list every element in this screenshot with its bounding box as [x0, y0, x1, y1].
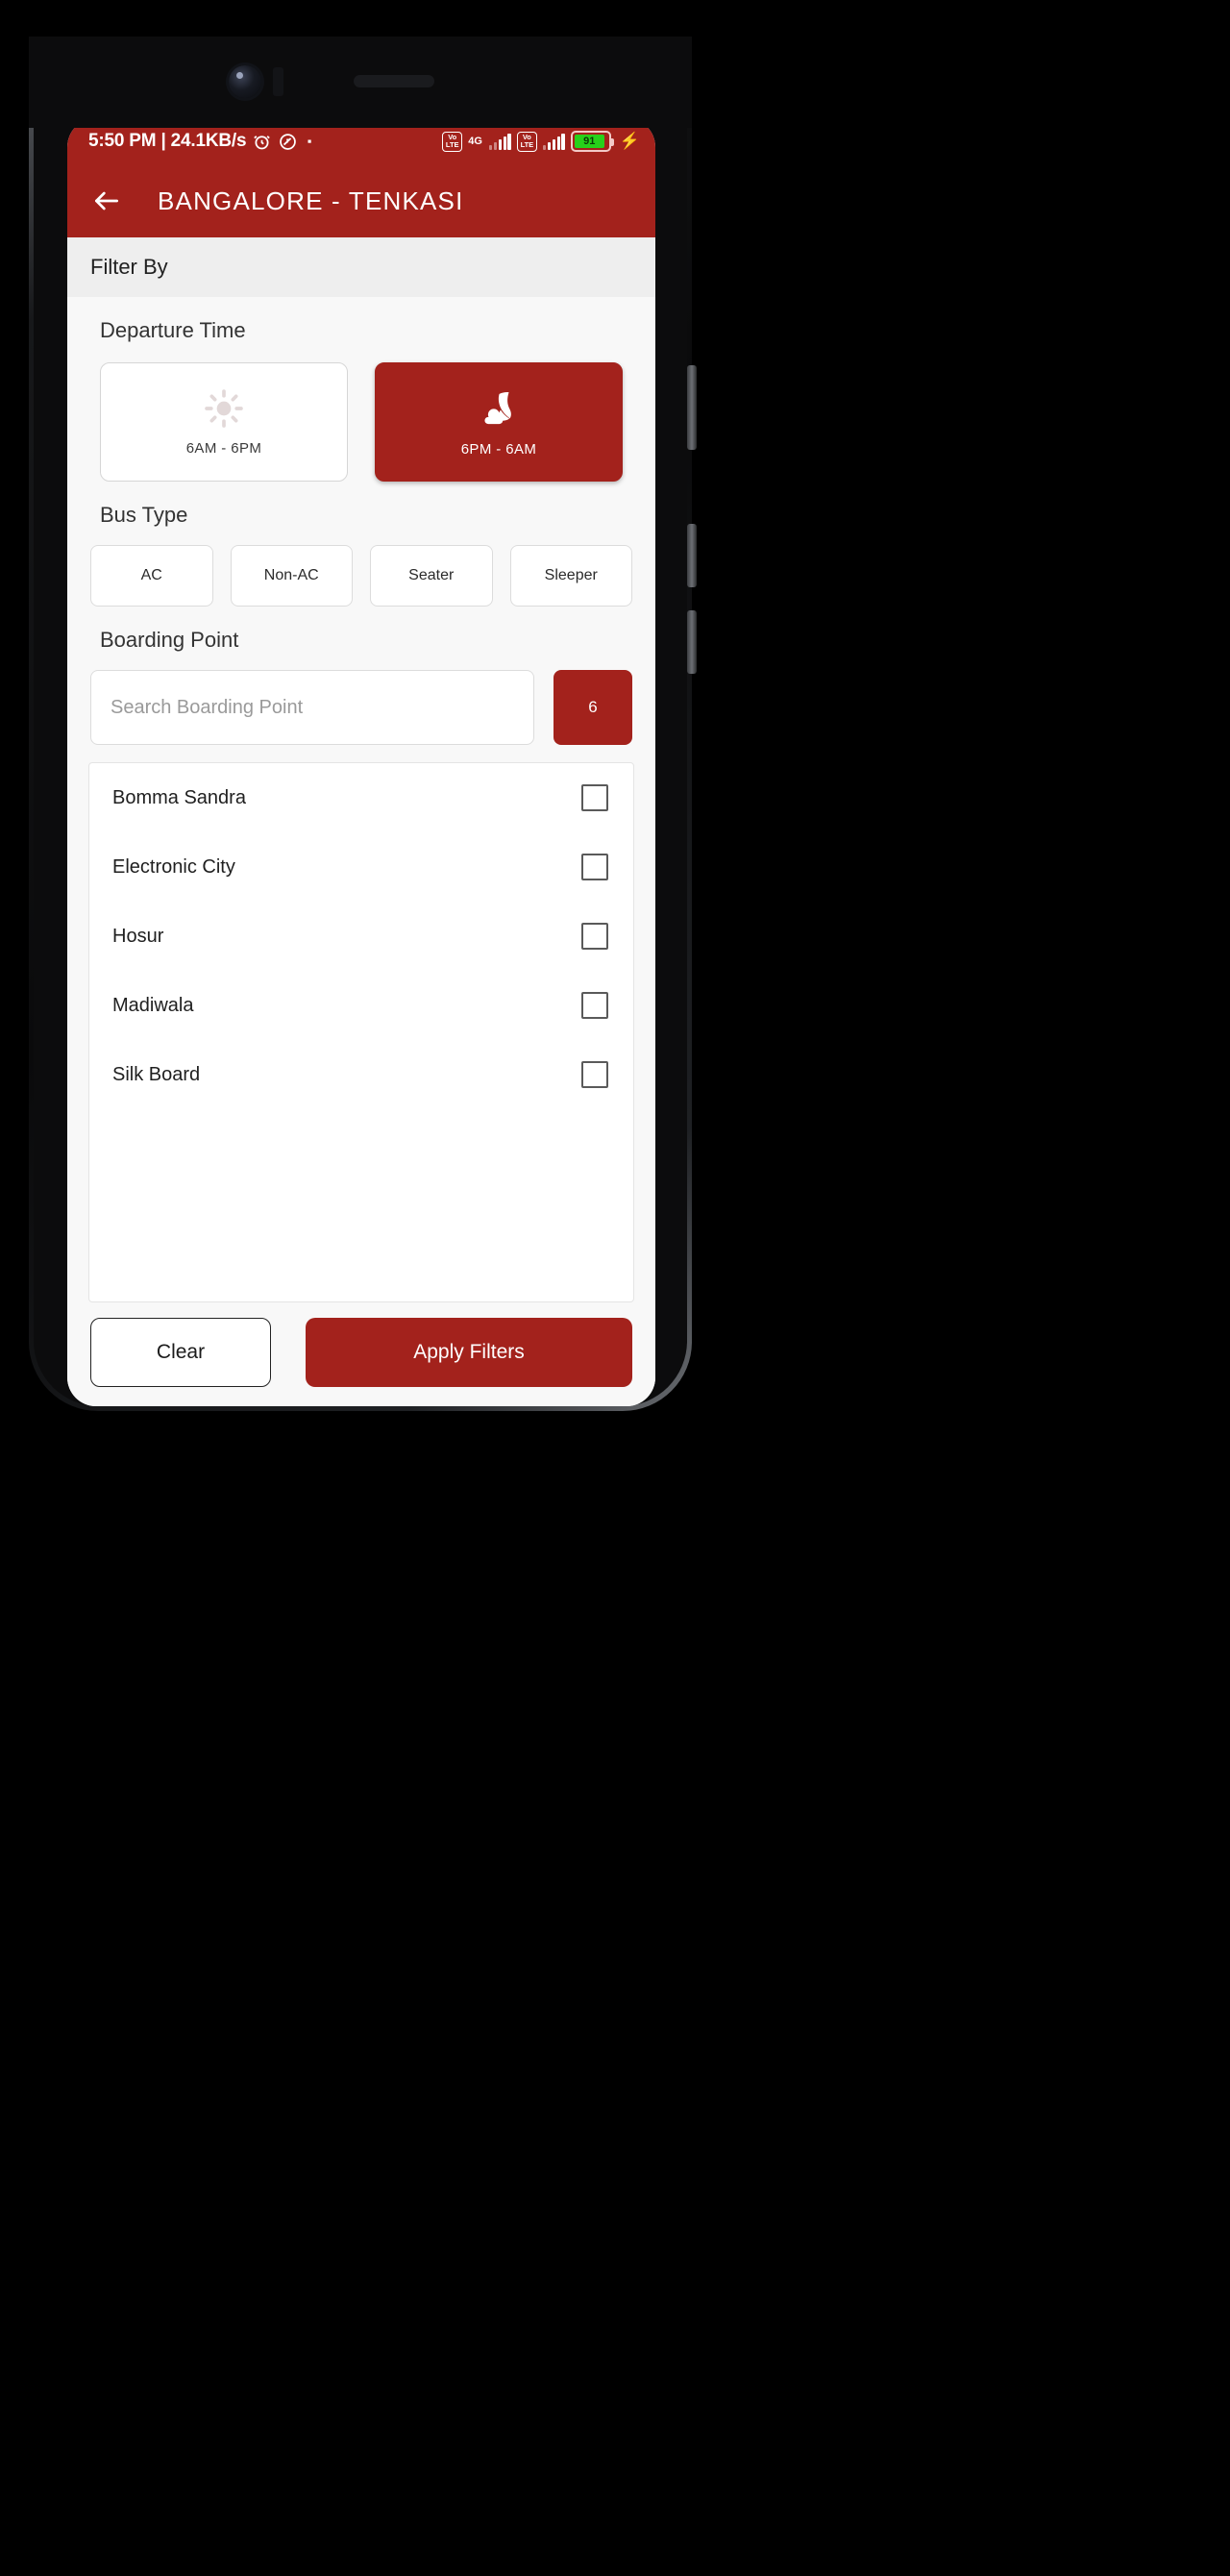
- filter-by-header: Filter By: [67, 237, 655, 297]
- boarding-point-checkbox[interactable]: [581, 784, 608, 811]
- back-arrow-icon[interactable]: [90, 185, 123, 217]
- list-item[interactable]: Madiwala: [89, 971, 633, 1040]
- boarding-point-checkbox[interactable]: [581, 992, 608, 1019]
- list-item[interactable]: Hosur: [89, 902, 633, 971]
- boarding-point-name: Madiwala: [112, 994, 194, 1016]
- bus-type-chip-ac[interactable]: AC: [90, 545, 213, 607]
- camera-highlight: [236, 72, 243, 79]
- departure-option-day-label: 6AM - 6PM: [185, 440, 262, 457]
- sim2-volte-icon: Vo LTE: [516, 131, 537, 152]
- departure-time-title: Departure Time: [100, 318, 246, 342]
- power-button[interactable]: [687, 365, 697, 450]
- alarm-clock-icon: [252, 132, 272, 152]
- list-item[interactable]: Silk Board: [89, 1040, 633, 1109]
- bus-type-chip-non-ac[interactable]: Non-AC: [230, 545, 353, 607]
- boarding-point-checkbox[interactable]: [581, 854, 608, 880]
- boarding-point-search-row: 6: [88, 670, 634, 745]
- departure-option-night[interactable]: 6PM - 6AM: [375, 362, 623, 482]
- bus-type-title: Bus Type: [100, 503, 188, 527]
- boarding-point-checkbox[interactable]: [581, 1061, 608, 1088]
- boarding-point-name: Bomma Sandra: [112, 786, 246, 808]
- sim1-volte-icon: Vo LTE: [442, 131, 463, 152]
- departure-time-options: 6AM - 6PM 6PM - 6AM: [88, 362, 634, 482]
- boarding-point-name: Electronic City: [112, 855, 235, 878]
- phone-screen: 5:50 PM | 24.1KB/s Vo LTE 4G Vo LTE 91 ⚡…: [67, 118, 655, 1406]
- departure-option-night-label: 6PM - 6AM: [460, 441, 537, 458]
- charging-bolt-icon: ⚡: [619, 132, 640, 150]
- sun-icon: [203, 387, 245, 434]
- volte-text-bottom: LTE: [445, 140, 459, 149]
- do-not-disturb-icon: [278, 132, 298, 152]
- page-title: BANGALORE - TENKASI: [158, 186, 464, 215]
- moon-icon: [477, 386, 521, 435]
- bus-type-chip-seater[interactable]: Seater: [370, 545, 493, 607]
- list-item[interactable]: Bomma Sandra: [89, 763, 633, 832]
- boarding-point-checkbox[interactable]: [581, 923, 608, 950]
- earpiece-speaker: [354, 75, 434, 87]
- sim1-signal-bars-icon: [488, 133, 511, 150]
- bus-type-options: AC Non-AC Seater Sleeper: [88, 545, 634, 607]
- volte2-text-bottom: LTE: [520, 140, 534, 149]
- departure-option-day[interactable]: 6AM - 6PM: [100, 362, 348, 482]
- status-time-and-network-speed: 5:50 PM | 24.1KB/s: [88, 131, 247, 151]
- phone-device-frame: 5:50 PM | 24.1KB/s Vo LTE 4G Vo LTE 91 ⚡…: [29, 37, 692, 1411]
- boarding-point-name: Silk Board: [112, 1063, 201, 1085]
- filter-action-row: Clear Apply Filters: [88, 1302, 634, 1406]
- filter-by-label: Filter By: [90, 255, 168, 279]
- proximity-sensor-icon: [273, 67, 283, 96]
- filter-body: Departure Time 6AM - 6PM 6PM - 6AM Bus T…: [67, 297, 655, 1406]
- boarding-point-count-badge[interactable]: 6: [554, 670, 632, 745]
- front-camera-icon: [229, 65, 261, 98]
- app-bar: BANGALORE - TENKASI: [67, 164, 655, 237]
- boarding-point-name: Hosur: [112, 925, 164, 947]
- network-type-label: 4G: [468, 136, 482, 147]
- volume-up-button[interactable]: [687, 524, 697, 587]
- list-item[interactable]: Electronic City: [89, 832, 633, 902]
- status-bar-right: Vo LTE 4G Vo LTE 91 ⚡: [442, 131, 640, 152]
- apply-filters-button[interactable]: Apply Filters: [306, 1318, 632, 1387]
- boarding-point-search-input[interactable]: [90, 670, 534, 745]
- boarding-point-title: Boarding Point: [100, 628, 239, 652]
- status-bar-left: 5:50 PM | 24.1KB/s: [88, 131, 315, 152]
- sim2-signal-bars-icon: [542, 133, 565, 150]
- notification-dot-icon: [304, 136, 315, 147]
- volume-down-button[interactable]: [687, 610, 697, 674]
- battery-percent-label: 91: [574, 135, 604, 148]
- clear-button[interactable]: Clear: [90, 1318, 271, 1387]
- bus-type-chip-sleeper[interactable]: Sleeper: [509, 545, 632, 607]
- battery-icon: 91: [570, 131, 614, 152]
- boarding-point-list: Bomma Sandra Electronic City Hosur Madiw…: [88, 762, 634, 1302]
- phone-top-bezel: [29, 37, 692, 128]
